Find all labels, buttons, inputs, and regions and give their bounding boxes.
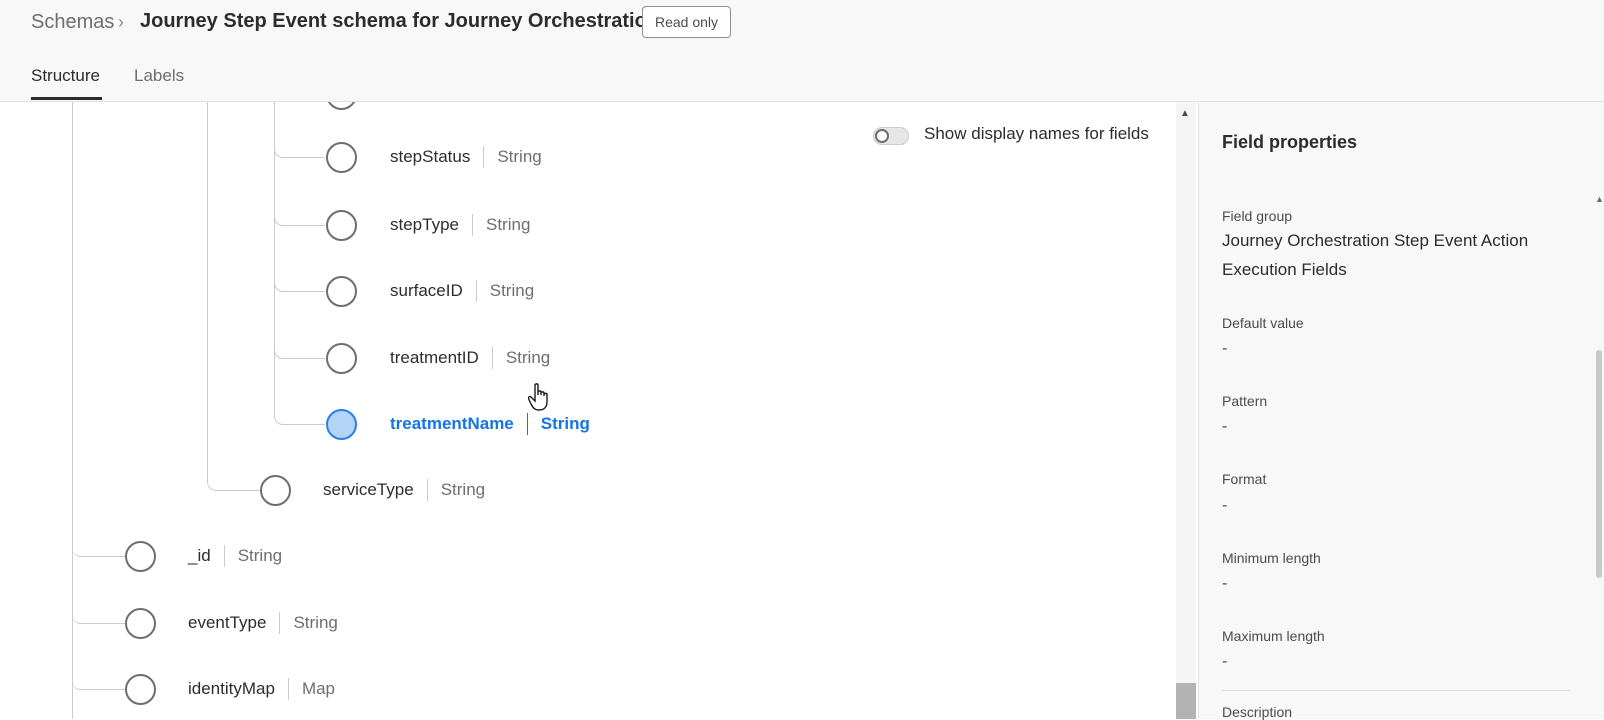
field-row-id[interactable]: _id String [188, 545, 282, 567]
field-row-stepStatus[interactable]: stepStatus String [390, 146, 542, 168]
tree-node[interactable] [326, 210, 357, 241]
divider [279, 612, 281, 634]
field-row-treatmentName[interactable]: treatmentName String [390, 413, 590, 435]
tree-node[interactable] [125, 608, 156, 639]
divider [472, 214, 473, 236]
hand-pointer-icon [528, 383, 548, 411]
tab-structure[interactable]: Structure [31, 66, 100, 86]
property-value-maximum-length: - [1222, 653, 1228, 670]
field-type: String [540, 414, 590, 433]
property-value-format: - [1222, 497, 1228, 514]
field-name: _id [188, 546, 211, 565]
field-row-serviceType[interactable]: serviceType String [323, 479, 485, 501]
tree-connector [72, 605, 125, 624]
tab-labels[interactable]: Labels [134, 66, 184, 86]
field-type: String [293, 613, 338, 632]
property-label-field-group: Field group [1222, 208, 1293, 224]
tree-connector [72, 102, 73, 719]
display-names-toggle[interactable] [873, 127, 909, 145]
tree-connector [207, 102, 208, 472]
field-row-surfaceID[interactable]: surfaceID String [390, 280, 534, 302]
field-type: String [489, 281, 535, 300]
property-label-description: Description [1222, 704, 1293, 720]
field-name: identityMap [188, 679, 275, 698]
property-label-default-value: Default value [1222, 315, 1304, 331]
divider [426, 479, 428, 501]
tree-connector [72, 538, 125, 557]
tree-connector [274, 273, 325, 292]
field-name: surfaceID [390, 281, 463, 300]
active-tab-indicator [31, 97, 102, 100]
field-properties-panel: Field properties Field group Journey Orc… [1198, 102, 1604, 720]
tree-connector [72, 671, 125, 690]
chevron-right-icon: › [118, 12, 124, 32]
divider [1222, 690, 1570, 691]
field-name: stepType [390, 215, 459, 234]
field-type: String [440, 480, 486, 499]
divider [483, 146, 485, 168]
panel-scrollbar-thumb[interactable] [1596, 350, 1602, 578]
field-type: String [505, 348, 551, 367]
field-type: String [497, 147, 542, 166]
scroll-up-arrow-icon[interactable]: ▲ [1180, 108, 1190, 119]
tree-scrollbar[interactable] [1176, 102, 1196, 719]
read-only-badge: Read only [642, 6, 732, 38]
tree-node[interactable] [326, 276, 357, 307]
property-value-default-value: - [1222, 340, 1228, 357]
divider [491, 347, 493, 369]
tree-connector [274, 340, 325, 359]
property-value-pattern: - [1222, 418, 1228, 435]
divider [475, 280, 477, 302]
field-row-eventType[interactable]: eventType String [188, 612, 338, 634]
scroll-up-arrow-icon[interactable]: ▲ [1595, 194, 1604, 204]
field-row-stepType[interactable]: stepType String [390, 214, 530, 236]
page-header: Schemas › Journey Step Event schema for … [0, 0, 1604, 102]
field-name: treatmentID [390, 348, 479, 367]
tree-scrollbar-thumb[interactable] [1176, 683, 1196, 719]
field-name: serviceType [323, 480, 414, 499]
tree-node[interactable] [326, 142, 357, 173]
property-label-pattern: Pattern [1222, 393, 1268, 409]
property-label-maximum-length: Maximum length [1222, 628, 1325, 644]
property-label-minimum-length: Minimum length [1222, 550, 1321, 566]
tree-node-selected[interactable] [326, 409, 357, 440]
tree-node[interactable] [125, 674, 156, 705]
divider [223, 545, 225, 567]
tree-node[interactable] [260, 475, 291, 506]
property-value-field-group: Journey Orchestration Step Event Action … [1222, 231, 1529, 279]
field-row-treatmentID[interactable]: treatmentID String [390, 347, 550, 369]
panel-title: Field properties [1222, 132, 1358, 152]
field-type: String [486, 215, 531, 234]
display-names-toggle-label[interactable]: Show display names for fields [924, 124, 1149, 144]
field-type: String [237, 546, 283, 565]
divider [526, 413, 528, 435]
property-label-format: Format [1222, 471, 1267, 487]
tree-node[interactable] [125, 541, 156, 572]
divider [287, 678, 289, 700]
field-row-identityMap[interactable]: identityMap Map [188, 678, 335, 700]
page-title: Journey Step Event schema for Journey Or… [140, 10, 660, 32]
field-type: Map [301, 679, 336, 698]
schema-tree-canvas[interactable]: stepStatus String stepType String surfaceI… [0, 102, 1174, 719]
tree-connector [274, 207, 325, 226]
tree-connector [274, 140, 325, 158]
tree-connector [274, 406, 325, 425]
breadcrumb-schemas[interactable]: Schemas [31, 11, 114, 34]
toggle-knob [875, 129, 889, 143]
field-name: eventType [188, 613, 267, 632]
tree-node[interactable] [326, 102, 357, 110]
tree-connector [207, 472, 261, 491]
field-name: stepStatus [390, 147, 471, 166]
tree-node[interactable] [326, 343, 357, 374]
property-value-minimum-length: - [1222, 575, 1228, 592]
field-name: treatmentName [390, 414, 514, 433]
